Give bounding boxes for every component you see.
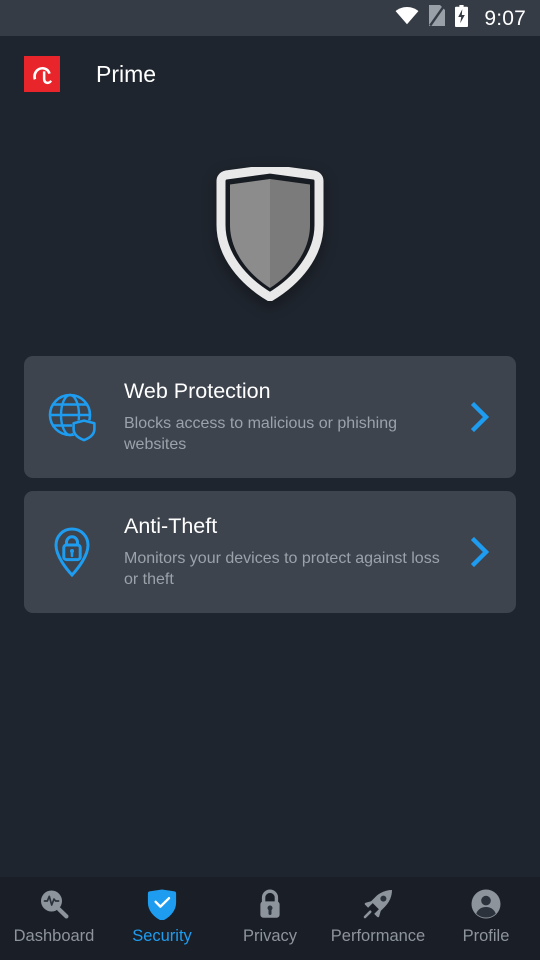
- app-bar: Prime: [0, 36, 540, 112]
- shield-check-icon: [145, 887, 179, 921]
- battery-charging-icon: [455, 4, 469, 32]
- no-sim-icon: [429, 4, 446, 31]
- feature-card-list: Web Protection Blocks access to maliciou…: [0, 356, 540, 613]
- nav-label: Dashboard: [13, 927, 95, 945]
- card-subtitle: Monitors your devices to protect against…: [124, 549, 440, 588]
- card-subtitle: Blocks access to malicious or phishing w…: [124, 414, 398, 453]
- bottom-navigation-bar: Dashboard Security Privacy Performance P…: [0, 877, 540, 960]
- lock-icon: [253, 887, 287, 921]
- avira-umbrella-logo: [24, 56, 60, 92]
- status-bar: 9:07: [0, 0, 540, 36]
- nav-label: Privacy: [242, 927, 298, 945]
- nav-label: Performance: [330, 927, 426, 945]
- card-text-anti-theft: Anti-Theft Monitors your devices to prot…: [124, 514, 464, 590]
- chevron-right-icon[interactable]: [464, 536, 496, 568]
- nav-item-profile[interactable]: Profile: [432, 887, 540, 945]
- nav-label: Profile: [462, 927, 510, 945]
- wifi-icon: [395, 6, 419, 30]
- nav-item-performance[interactable]: Performance: [324, 887, 432, 945]
- magnifier-pulse-icon: [37, 887, 71, 921]
- card-web-protection[interactable]: Web Protection Blocks access to maliciou…: [24, 356, 516, 478]
- nav-item-security[interactable]: Security: [108, 887, 216, 945]
- shield-icon: [206, 164, 334, 302]
- status-bar-clock: 9:07: [484, 6, 526, 30]
- page-title: Prime: [96, 60, 157, 87]
- nav-item-privacy[interactable]: Privacy: [216, 887, 324, 945]
- map-pin-lock-icon: [46, 526, 98, 578]
- nav-label: Security: [132, 927, 192, 945]
- status-bar-icons: 9:07: [395, 4, 526, 32]
- rocket-icon: [361, 887, 395, 921]
- card-title: Anti-Theft: [124, 513, 218, 538]
- card-title: Web Protection: [124, 378, 271, 403]
- globe-shield-icon: [46, 391, 98, 443]
- nav-item-dashboard[interactable]: Dashboard: [0, 887, 108, 945]
- hero-section: [0, 112, 540, 356]
- card-text-web-protection: Web Protection Blocks access to maliciou…: [124, 379, 464, 455]
- person-avatar-icon: [469, 887, 503, 921]
- card-anti-theft[interactable]: Anti-Theft Monitors your devices to prot…: [24, 491, 516, 613]
- chevron-right-icon[interactable]: [464, 401, 496, 433]
